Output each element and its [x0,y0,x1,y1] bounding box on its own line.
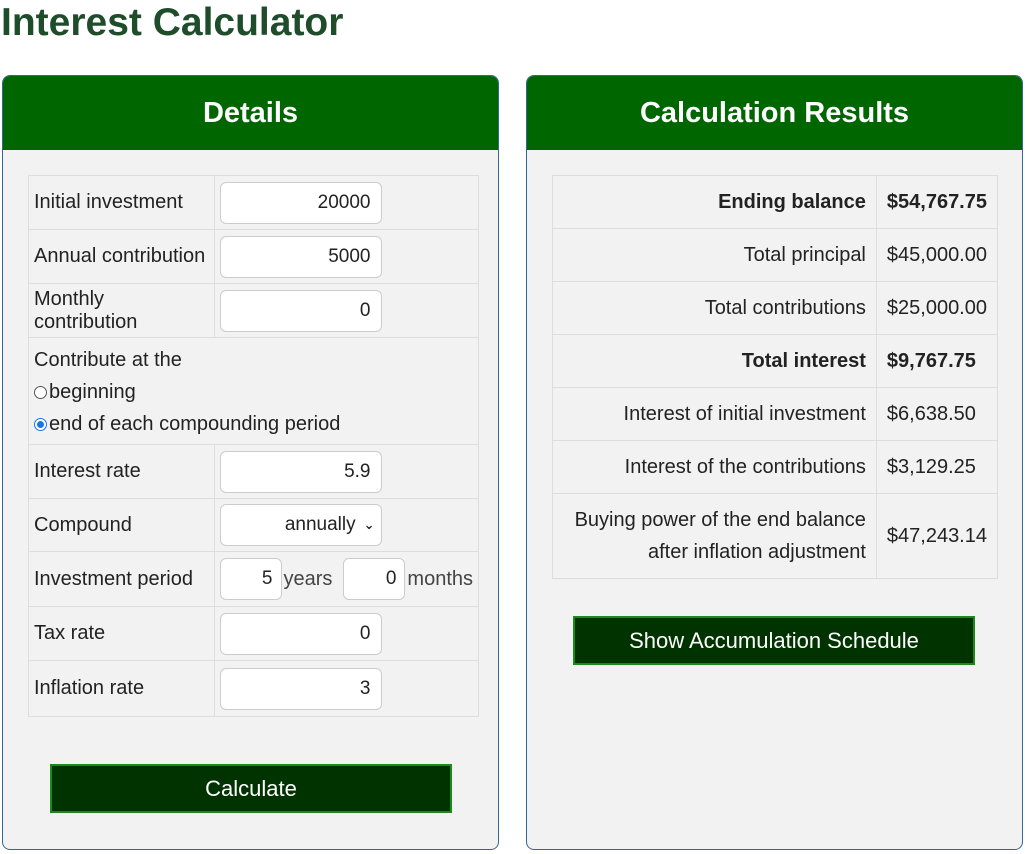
results-header: Calculation Results [527,76,1022,150]
compound-row: Compound annually ⌄ [28,498,479,552]
details-form: Initial investment Annual contribution M… [28,175,479,717]
investment-period-row: Investment period years months [28,551,479,607]
result-value-interest-initial: $6,638.50 [875,387,999,441]
result-value-interest-contributions: $3,129.25 [875,440,999,494]
result-row: Interest of the contributions $3,129.25 [552,440,999,494]
tax-rate-row: Tax rate [28,606,479,661]
annual-contribution-row: Annual contribution [28,229,479,284]
details-panel: Details Initial investment Annual contri… [2,75,499,850]
compound-label: Compound [28,498,215,552]
radio-beginning-icon[interactable] [34,385,47,399]
result-label-total-contributions: Total contributions [552,281,877,335]
contribute-timing-label: Contribute at the [34,349,182,371]
buying-power-label-line1: Buying power of the end balance [574,509,866,531]
monthly-contribution-row: Monthly contribution [28,283,479,338]
inflation-rate-row: Inflation rate [28,660,479,717]
investment-period-label: Investment period [28,551,215,607]
result-value-buying-power: $47,243.14 [875,493,999,579]
result-row: Total contributions $25,000.00 [552,281,999,335]
initial-investment-row: Initial investment [28,175,479,230]
contribute-timing-row: Contribute at the beginning end of each … [28,337,479,445]
result-row: Interest of initial investment $6,638.50 [552,387,999,441]
result-row: Ending balance $54,767.75 [552,175,999,229]
monthly-contribution-input[interactable] [219,289,382,332]
page-title: Interest Calculator [1,1,344,44]
months-unit-label: months [407,567,473,590]
compound-selected-value: annually [284,514,356,535]
compound-select[interactable]: annually ⌄ [219,504,382,546]
interest-rate-label: Interest rate [28,444,215,499]
result-value-total-contributions: $25,000.00 [875,281,999,335]
radio-end-label: end of each compounding period [49,413,341,435]
tax-rate-label: Tax rate [28,606,215,661]
result-row: Buying power of the end balance after in… [552,493,999,579]
radio-end-icon[interactable] [34,417,47,431]
results-table: Ending balance $54,767.75 Total principa… [552,175,999,579]
result-label-interest-contributions: Interest of the contributions [552,440,877,494]
radio-option-end[interactable]: end of each compounding period [34,408,473,440]
chevron-down-icon: ⌄ [363,517,375,532]
result-label-total-interest: Total interest [552,334,877,388]
details-header: Details [3,76,498,150]
radio-beginning-label: beginning [49,381,136,403]
show-accumulation-schedule-button[interactable]: Show Accumulation Schedule [573,616,975,665]
result-row: Total principal $45,000.00 [552,228,999,282]
annual-contribution-label: Annual contribution [28,229,215,284]
result-value-ending-balance: $54,767.75 [875,175,999,229]
buying-power-label-line2: after inflation adjustment [647,541,866,563]
interest-rate-input[interactable] [219,450,382,493]
initial-investment-label: Initial investment [28,175,215,230]
inflation-rate-label: Inflation rate [28,660,215,717]
result-value-total-interest: $9,767.75 [875,334,999,388]
results-panel: Calculation Results Ending balance $54,7… [526,75,1023,850]
result-label-total-principal: Total principal [552,228,877,282]
period-years-input[interactable] [219,558,282,600]
period-months-input[interactable] [343,558,406,600]
result-row: Total interest $9,767.75 [552,334,999,388]
interest-rate-row: Interest rate [28,444,479,499]
result-label-ending-balance: Ending balance [552,175,877,229]
initial-investment-input[interactable] [219,181,382,224]
radio-option-beginning[interactable]: beginning [34,376,473,408]
result-label-buying-power: Buying power of the end balance after in… [552,493,877,579]
calculate-button[interactable]: Calculate [50,764,452,813]
result-label-interest-initial: Interest of initial investment [552,387,877,441]
monthly-contribution-label: Monthly contribution [28,283,215,338]
years-unit-label: years [283,567,333,590]
annual-contribution-input[interactable] [219,235,382,278]
result-value-total-principal: $45,000.00 [875,228,999,282]
inflation-rate-input[interactable] [219,667,382,710]
tax-rate-input[interactable] [219,612,382,655]
